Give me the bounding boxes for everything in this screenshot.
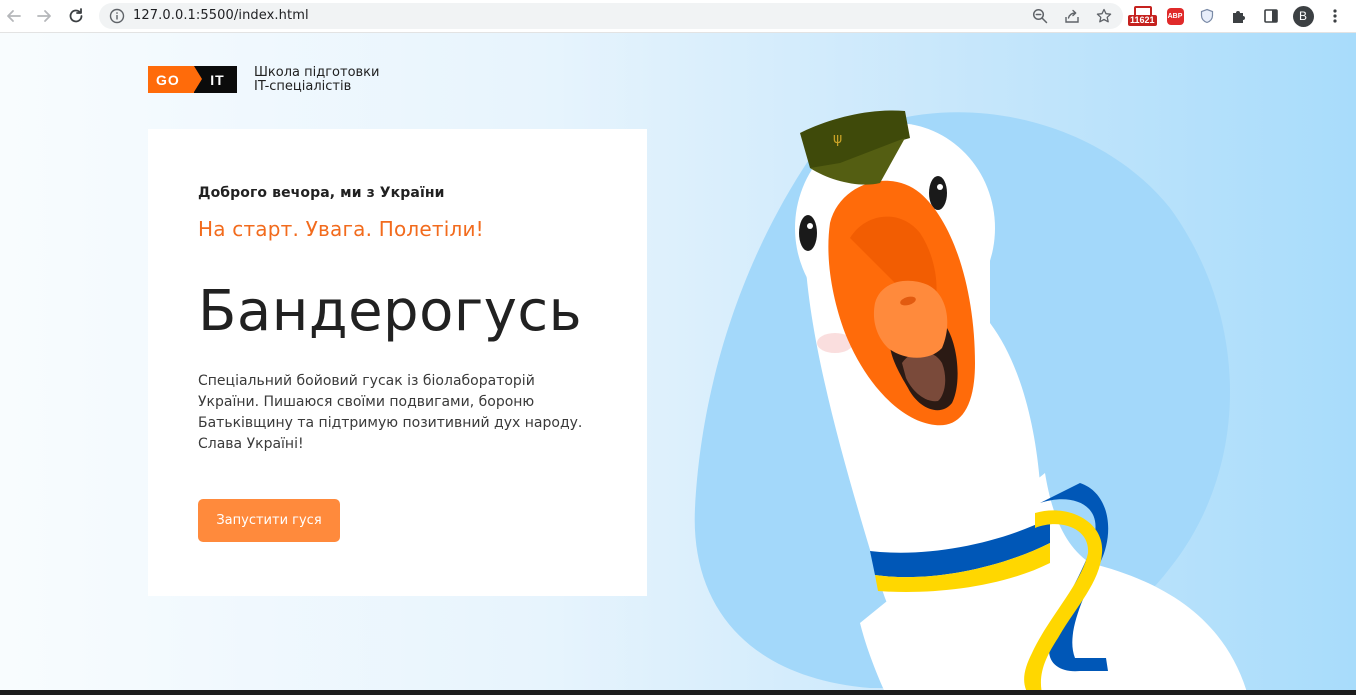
gmail-icon[interactable]: 11621 <box>1128 6 1158 26</box>
info-icon[interactable] <box>109 8 125 24</box>
notification-count-badge: 11621 <box>1128 15 1157 26</box>
launch-goose-button[interactable]: Запустити гуся <box>198 499 340 542</box>
goose-illustration: ψ <box>795 110 1247 690</box>
logo-go-mark: GO <box>148 66 202 93</box>
hero-tagline: На старт. Увага. Полетіли! <box>198 217 484 241</box>
puzzle-icon[interactable] <box>1229 6 1249 26</box>
svg-text:ψ: ψ <box>833 131 842 147</box>
menu-dots-icon[interactable] <box>1326 6 1344 26</box>
hero-description: Спеціальний бойовий гусак із біолаборато… <box>198 373 583 452</box>
hero-title: Бандерогусь <box>198 279 583 344</box>
taskbar-strip <box>0 690 1356 695</box>
url-text[interactable]: 127.0.0.1:5500/index.html <box>133 8 309 23</box>
goit-logo[interactable]: GO IT Школа підготовки IT-спеціалістів <box>148 64 380 94</box>
share-icon[interactable] <box>1063 7 1081 25</box>
hero-card: Доброго вечора, ми з України На старт. У… <box>148 129 647 596</box>
logo-caption: Школа підготовки IT-спеціалістів <box>254 64 380 94</box>
side-panel-icon[interactable] <box>1261 6 1281 26</box>
landing-page: ψ GO IT Школа підготовки IT-спеціалістів… <box>0 33 1356 690</box>
zoom-icon[interactable] <box>1031 7 1049 25</box>
hero-greeting: Доброго вечора, ми з України <box>198 185 445 201</box>
logo-caption-line1: Школа підготовки <box>254 64 380 80</box>
star-icon[interactable] <box>1095 7 1113 25</box>
shield-icon[interactable] <box>1197 6 1217 26</box>
adblock-icon[interactable]: ABP <box>1165 6 1185 26</box>
profile-avatar[interactable]: B <box>1292 5 1314 27</box>
forward-arrow-icon[interactable] <box>33 5 55 27</box>
browser-toolbar: 127.0.0.1:5500/index.html 11621 ABP B <box>0 0 1356 33</box>
address-bar[interactable]: 127.0.0.1:5500/index.html <box>99 3 1123 29</box>
reload-icon[interactable] <box>65 5 87 27</box>
back-arrow-icon[interactable] <box>3 5 25 27</box>
logo-caption-line2: IT-спеціалістів <box>254 78 352 94</box>
